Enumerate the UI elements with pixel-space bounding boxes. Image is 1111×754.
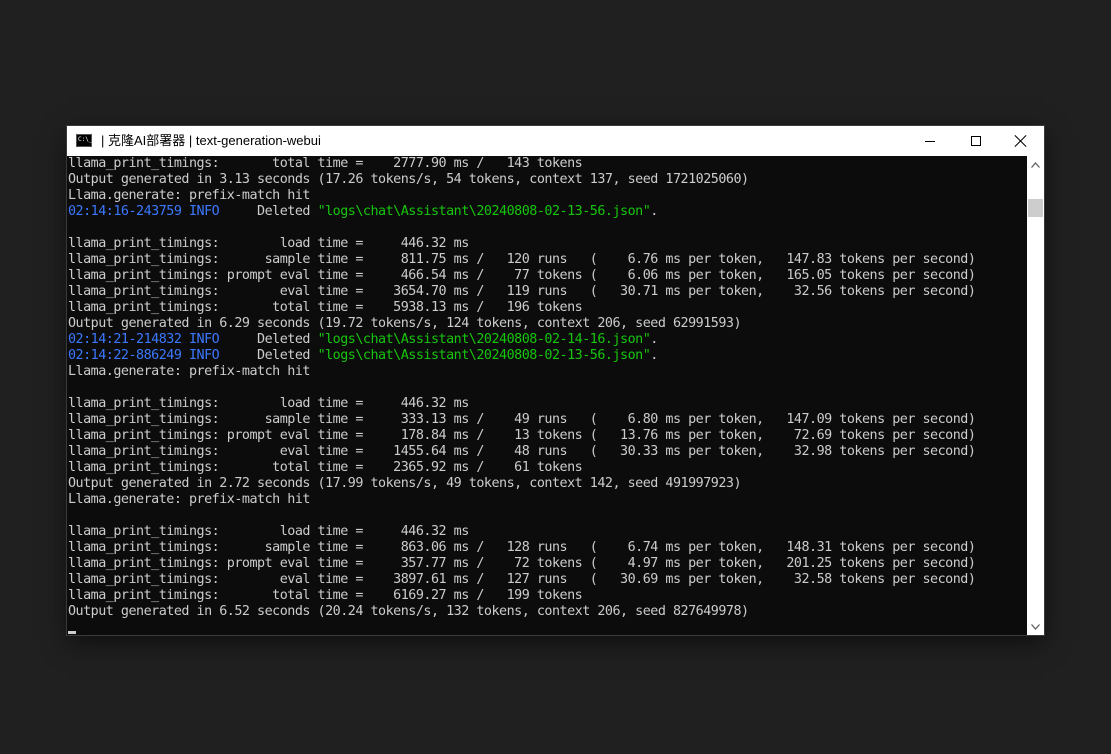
log-message: Deleted [219, 332, 318, 347]
console-line: llama_print_timings: load time = 446.32 … [68, 524, 469, 539]
log-timestamp: 02:14:16-243759 [68, 204, 182, 219]
scroll-thumb[interactable] [1028, 199, 1043, 217]
console-line: Output generated in 6.52 seconds (20.24 … [68, 604, 749, 619]
console-line: llama_print_timings: eval time = 3654.70… [68, 284, 976, 299]
terminal-window: | 克隆AI部署器 | text-generation-webui llama_… [67, 126, 1044, 635]
console-line: llama_print_timings: total time = 2365.9… [68, 460, 583, 475]
minimize-button[interactable] [907, 126, 953, 156]
console-line: llama_print_timings: sample time = 863.0… [68, 540, 976, 555]
console-line: llama_print_timings: load time = 446.32 … [68, 236, 469, 251]
log-message-tail: . [650, 348, 658, 363]
console-line: llama_print_timings: prompt eval time = … [68, 556, 976, 571]
log-timestamp: 02:14:22-886249 [68, 348, 182, 363]
log-timestamp: 02:14:21-214832 [68, 332, 182, 347]
chevron-down-icon [1031, 623, 1040, 630]
console-line: Output generated in 6.29 seconds (19.72 … [68, 316, 742, 331]
console-line: Llama.generate: prefix-match hit [68, 188, 310, 203]
console-line: llama_print_timings: load time = 446.32 … [68, 396, 469, 411]
minimize-icon [925, 140, 935, 142]
console-line: 02:14:16-243759 INFO Deleted "logs\chat\… [68, 204, 658, 220]
console-line: llama_print_timings: prompt eval time = … [68, 268, 976, 283]
console-line: Llama.generate: prefix-match hit [68, 364, 310, 379]
log-message-tail: . [650, 332, 658, 347]
log-level: INFO [189, 204, 220, 219]
scroll-up-button[interactable] [1027, 156, 1044, 173]
console-line: 02:14:21-214832 INFO Deleted "logs\chat\… [68, 332, 658, 348]
window-title: | 克隆AI部署器 | text-generation-webui [101, 133, 321, 148]
text-cursor [68, 631, 76, 634]
log-level: INFO [189, 332, 220, 347]
console-line: llama_print_timings: total time = 5938.1… [68, 300, 583, 315]
vertical-scrollbar[interactable] [1027, 156, 1044, 635]
console-line: llama_print_timings: sample time = 333.1… [68, 412, 976, 427]
console-line: llama_print_timings: total time = 6169.2… [68, 588, 583, 603]
log-message-tail: . [650, 204, 658, 219]
console-line: 02:14:22-886249 INFO Deleted "logs\chat\… [68, 348, 658, 364]
console-line: Llama.generate: prefix-match hit [68, 492, 310, 507]
close-button[interactable] [998, 126, 1044, 156]
close-icon [1015, 135, 1027, 147]
console-line: Output generated in 3.13 seconds (17.26 … [68, 172, 749, 187]
log-message: Deleted [219, 348, 318, 363]
chevron-up-icon [1031, 161, 1040, 168]
console-line: llama_print_timings: sample time = 811.7… [68, 252, 976, 267]
log-file-path: "logs\chat\Assistant\20240808-02-13-56.j… [317, 204, 651, 219]
console-line: llama_print_timings: eval time = 3897.61… [68, 572, 976, 587]
scroll-down-button[interactable] [1027, 618, 1044, 635]
log-file-path: "logs\chat\Assistant\20240808-02-13-56.j… [317, 348, 651, 363]
maximize-icon [971, 136, 981, 146]
log-file-path: "logs\chat\Assistant\20240808-02-14-16.j… [317, 332, 651, 347]
console-line: llama_print_timings: eval time = 1455.64… [68, 444, 976, 459]
console-line: Output generated in 2.72 seconds (17.99 … [68, 476, 742, 491]
log-message: Deleted [219, 204, 318, 219]
console-line: llama_print_timings: prompt eval time = … [68, 428, 976, 443]
title-bar[interactable]: | 克隆AI部署器 | text-generation-webui [67, 126, 1044, 156]
console-line: llama_print_timings: total time = 2777.9… [68, 156, 583, 171]
maximize-button[interactable] [953, 126, 999, 156]
log-level: INFO [189, 348, 220, 363]
console-app-icon[interactable] [76, 134, 92, 147]
console-output[interactable]: llama_print_timings: total time = 2777.9… [67, 156, 1027, 635]
